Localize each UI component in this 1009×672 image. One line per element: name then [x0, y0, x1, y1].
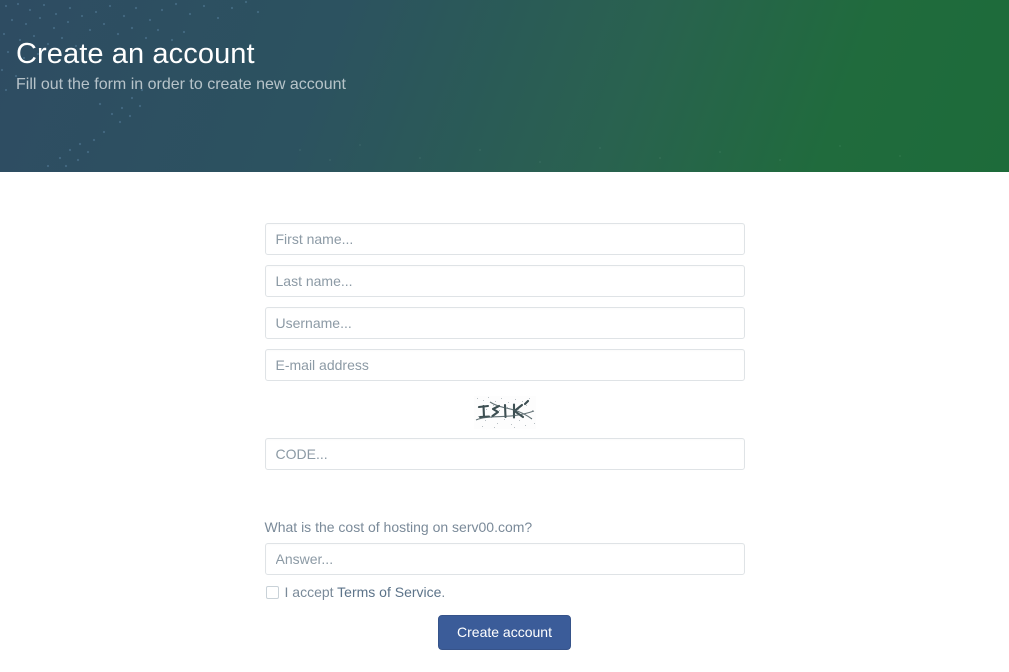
terms-of-service-row: I accept Terms of Service.: [265, 583, 745, 601]
page-content: What is the cost of hosting on serv00.co…: [0, 172, 1009, 672]
last-name-input[interactable]: [264, 265, 745, 297]
email-input[interactable]: [264, 349, 745, 381]
captcha-container: [265, 391, 745, 433]
create-account-form: What is the cost of hosting on serv00.co…: [264, 172, 745, 650]
page-title: Create an account: [16, 38, 255, 70]
captcha-image: [473, 395, 536, 429]
accept-terms-suffix: .: [441, 584, 446, 600]
page-header: Create an account Fill out the form in o…: [0, 0, 1009, 172]
security-answer-input[interactable]: [264, 543, 745, 575]
accept-terms-label: I accept Terms of Service.: [285, 583, 446, 601]
create-account-button[interactable]: Create account: [438, 615, 571, 650]
page-subtitle: Fill out the form in order to create new…: [16, 76, 346, 93]
accept-terms-prefix: I accept: [284, 584, 338, 600]
accept-terms-checkbox[interactable]: [265, 585, 279, 599]
security-question-label: What is the cost of hosting on serv00.co…: [264, 519, 533, 535]
captcha-code-input[interactable]: [264, 438, 745, 470]
terms-of-service-link[interactable]: Terms of Service: [337, 584, 441, 600]
submit-row: Create account: [265, 615, 745, 650]
header-text-block: Create an account Fill out the form in o…: [0, 0, 1009, 96]
first-name-input[interactable]: [264, 223, 745, 255]
username-input[interactable]: [264, 307, 745, 339]
